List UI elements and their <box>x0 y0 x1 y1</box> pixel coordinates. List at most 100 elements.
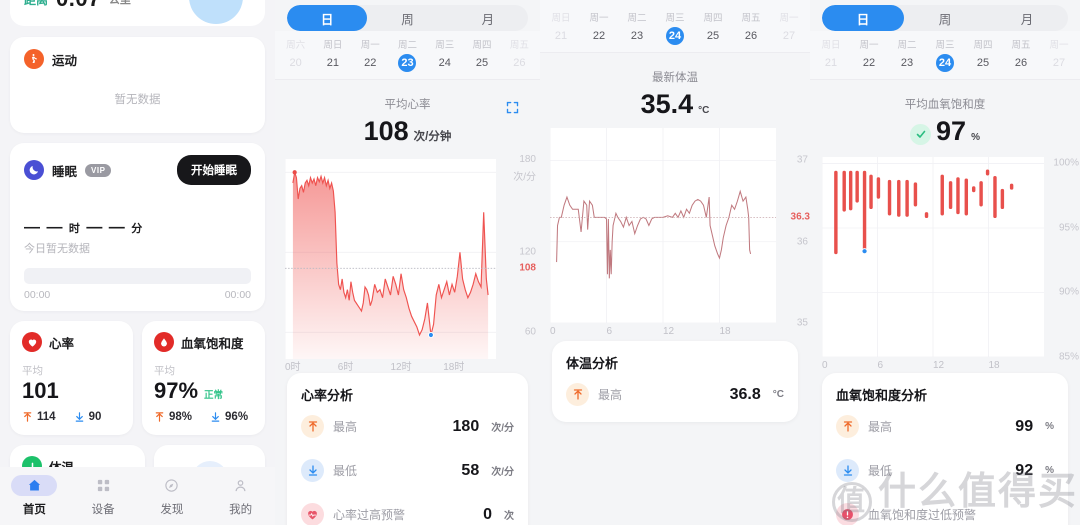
day-25[interactable]: 周四 25 <box>964 37 1002 72</box>
grid-icon <box>80 475 126 496</box>
day-number: 24 <box>438 57 451 69</box>
heart-rate-max: 114 <box>22 411 56 423</box>
tab-mine[interactable]: 我的 <box>206 475 275 517</box>
sleep-card[interactable]: 睡眠 VIP 开始睡眠 — — 时 — — 分 今日暂无数据 00:00 00:… <box>10 143 265 311</box>
tab-mine-label: 我的 <box>229 504 253 516</box>
segment-day[interactable]: 日 <box>822 5 904 31</box>
xtick: 6时 <box>337 362 354 373</box>
tab-discover[interactable]: 发现 <box>138 475 207 517</box>
day-number: 26 <box>1014 57 1028 69</box>
day-24[interactable]: 周三 24 <box>656 10 694 45</box>
distance-ring <box>189 0 243 24</box>
day-20[interactable]: 周六 20 <box>277 37 314 72</box>
day-23[interactable]: 周二 23 <box>888 37 926 72</box>
day-25[interactable]: 周四 25 <box>463 37 500 72</box>
day-21[interactable]: 周日 21 <box>812 37 850 72</box>
heart-rate-panel: 日 周 月 周六 20 周日 21 周一 22 周二 23 周三 24 周四 25 周五 26 平均心率 … <box>275 0 540 525</box>
heart-rate-chart-svg <box>285 159 496 359</box>
day-number: 23 <box>900 57 914 69</box>
day-26[interactable]: 周五 26 <box>1002 37 1040 72</box>
expand-icon[interactable] <box>505 100 520 120</box>
analysis-row-value: 180 <box>452 417 480 435</box>
analysis-row-unit: °C <box>772 389 784 400</box>
alert-icon <box>836 503 859 525</box>
sleep-subtitle: 今日暂无数据 <box>24 243 90 255</box>
day-23[interactable]: 周二 23 <box>618 10 656 45</box>
spo2-card[interactable]: 血氧饱和度 平均 97% 正常 98% 96% <box>142 321 265 436</box>
spo2-period-segmented: 日 周 月 <box>822 5 1068 31</box>
person-icon <box>218 475 264 496</box>
day-22[interactable]: 周一 22 <box>850 37 888 72</box>
analysis-row-label: 最高 <box>333 420 358 434</box>
spo2-day-selector: 周日 21 周一 22 周二 23 周三 24 周四 25 周五 26 周一 27 <box>810 31 1080 80</box>
start-sleep-button[interactable]: 开始睡眠 <box>177 155 251 185</box>
heart-rate-min: 90 <box>74 411 101 423</box>
sleep-time-start: 00:00 <box>24 289 51 301</box>
analysis-row-label: 心率过高预警 <box>333 508 406 522</box>
day-weekday: 周五 <box>741 13 761 24</box>
spo2-stat-header: 平均血氧饱和度 97 % <box>810 80 1080 147</box>
spo2-chart: 100% 95% 90% 85% 0 6 12 18 <box>822 157 1079 371</box>
day-21[interactable]: 周日 21 <box>542 10 580 45</box>
day-24[interactable]: 周三 24 <box>926 37 964 72</box>
analysis-row-label: 最高 <box>598 388 623 402</box>
segment-week[interactable]: 周 <box>904 5 986 31</box>
xtick: 0 <box>550 326 556 337</box>
temperature-chart: 37 36.3 36 35 0 6 12 18 <box>550 128 810 337</box>
tab-home[interactable]: 首页 <box>0 475 69 517</box>
temperature-stat-unit: °C <box>698 105 710 116</box>
day-number: 25 <box>706 30 720 42</box>
analysis-row-label: 血氧饱和度过低预警 <box>868 508 977 522</box>
temperature-panel: 周日 21 周一 22 周二 23 周三 24 周四 25 周五 26 周一 27 最新体温 35.4 °… <box>540 0 810 525</box>
temperature-average-label: 36.3 <box>790 211 810 223</box>
xtick: 12 <box>663 326 675 337</box>
bottom-tab-bar: 首页 设备 发现 我的 <box>0 467 275 525</box>
temperature-ytick-36: 36 <box>796 236 808 248</box>
sleep-minutes: — — <box>86 219 126 236</box>
day-weekday: 周四 <box>703 13 723 24</box>
day-weekday: 周五 <box>1011 40 1031 51</box>
day-weekday: 周二 <box>397 40 417 51</box>
xtick: 0 <box>822 360 828 371</box>
exercise-card[interactable]: 运动 暂无数据 <box>10 37 265 133</box>
spo2-title: 血氧饱和度 <box>181 336 244 351</box>
day-23[interactable]: 周二 23 <box>389 37 426 72</box>
day-number: 27 <box>1052 57 1066 69</box>
day-25[interactable]: 周四 25 <box>694 10 732 45</box>
heart-rate-value: 101 <box>22 378 59 403</box>
distance-card-clipped[interactable]: 距离 0.07 公里 <box>10 0 265 26</box>
arrow-down-icon <box>211 412 220 422</box>
day-22[interactable]: 周一 22 <box>352 37 389 72</box>
day-number: 24 <box>936 54 954 72</box>
day-27[interactable]: 周一 27 <box>770 10 808 45</box>
segment-month[interactable]: 月 <box>986 5 1068 31</box>
segment-day[interactable]: 日 <box>287 5 368 31</box>
tab-devices[interactable]: 设备 <box>69 475 138 517</box>
arrow-down-icon <box>75 412 83 422</box>
arrow-down-icon <box>301 459 324 482</box>
day-weekday: 周二 <box>627 13 647 24</box>
day-26[interactable]: 周五 26 <box>732 10 770 45</box>
day-24[interactable]: 周三 24 <box>426 37 463 72</box>
xtick: 12时 <box>390 362 412 373</box>
xtick: 0时 <box>285 362 301 373</box>
spo2-status: 正常 <box>204 390 224 401</box>
vip-badge: VIP <box>85 163 112 177</box>
day-weekday: 周四 <box>973 40 993 51</box>
day-21[interactable]: 周日 21 <box>314 37 351 72</box>
analysis-row-label: 最高 <box>868 420 893 434</box>
temperature-stat-header: 最新体温 35.4 °C <box>540 53 810 120</box>
spo2-analysis-card: 血氧饱和度分析 最高 99% 最低 92% 血氧饱和度过低预警 <box>822 373 1068 525</box>
heart-rate-card[interactable]: 心率 平均 101 114 90 <box>10 321 133 436</box>
heart-ytick-60: 60 <box>524 326 536 338</box>
segment-week[interactable]: 周 <box>367 5 447 31</box>
day-26[interactable]: 周五 26 <box>501 37 538 72</box>
segment-month[interactable]: 月 <box>448 5 528 31</box>
spo2-ytick-85: 85% <box>1058 351 1079 363</box>
day-27[interactable]: 周一 27 <box>1040 37 1078 72</box>
day-22[interactable]: 周一 22 <box>580 10 618 45</box>
analysis-row-value: 99 <box>1015 417 1034 435</box>
compass-icon <box>149 475 195 496</box>
exercise-empty-text: 暂无数据 <box>114 94 161 106</box>
analysis-row-unit: % <box>1045 421 1054 432</box>
